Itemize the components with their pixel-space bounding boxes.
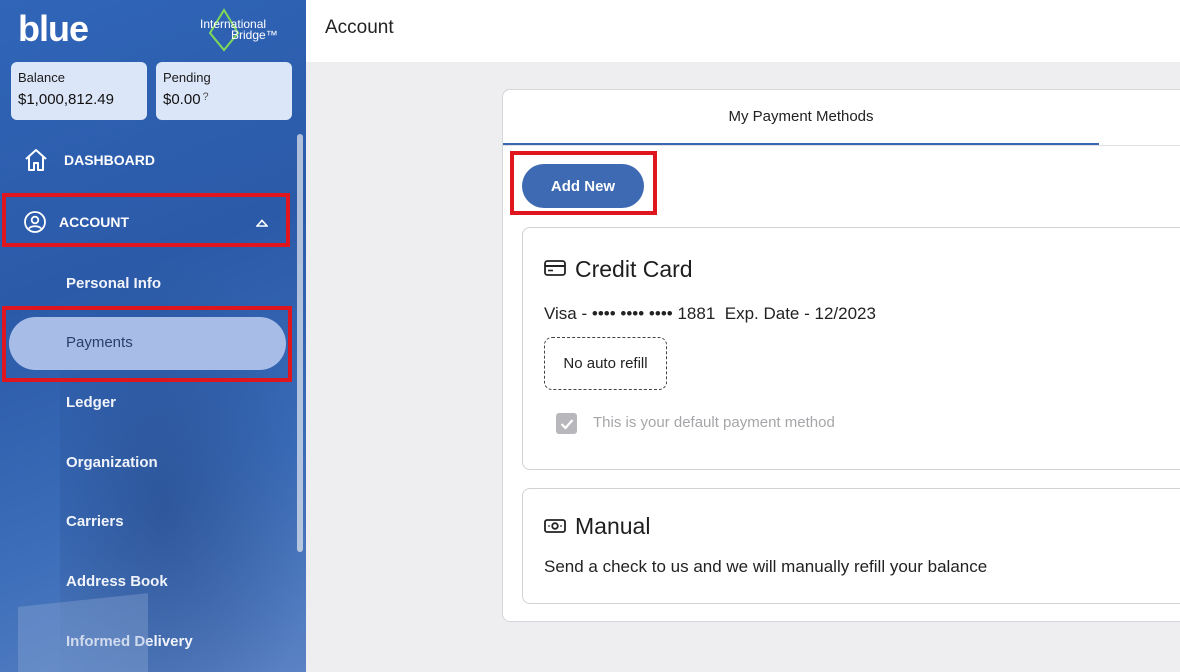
sidebar-item-carriers[interactable]: Carriers	[66, 513, 124, 530]
manual-heading: Manual	[544, 513, 650, 540]
sidebar: blue International Bridge™ Balance $1,00…	[0, 0, 306, 672]
balance-value: $1,000,812.49	[18, 91, 114, 108]
nav-item-dashboard[interactable]: DASHBOARD	[0, 135, 290, 185]
sidebar-item-personal-info[interactable]: Personal Info	[66, 275, 161, 292]
home-icon	[22, 146, 50, 174]
cash-icon	[544, 513, 575, 540]
sidebar-scrollbar[interactable]	[297, 134, 303, 552]
card-details: Visa - •••• •••• •••• 1881 Exp. Date - 1…	[544, 304, 876, 324]
manual-description: Send a check to us and we will manually …	[544, 557, 988, 576]
pending-label: Pending	[163, 70, 211, 85]
credit-card-method-card[interactable]: Credit Card Visa - •••• •••• •••• 1881 E…	[522, 227, 1180, 470]
default-payment-checkbox[interactable]	[556, 413, 577, 434]
card-expiry: Exp. Date - 12/2023	[724, 304, 876, 323]
checkmark-icon	[560, 418, 573, 430]
balance-label: Balance	[18, 70, 65, 85]
nav-account-label: ACCOUNT	[59, 214, 129, 230]
top-bar: Account	[306, 0, 1180, 62]
pending-value: $0.00	[163, 91, 201, 108]
tab-divider	[503, 145, 1180, 146]
card-number: Visa - •••• •••• •••• 1881	[544, 304, 716, 323]
international-bridge-logo: International Bridge™	[196, 6, 278, 52]
add-new-button[interactable]: Add New	[522, 164, 644, 208]
credit-card-title: Credit Card	[575, 256, 693, 282]
credit-card-icon	[544, 256, 575, 283]
chevron-up-icon[interactable]	[255, 214, 269, 230]
sidebar-item-organization[interactable]: Organization	[66, 454, 158, 471]
credit-card-heading: Credit Card	[544, 256, 693, 283]
auto-refill-badge[interactable]: No auto refill	[544, 337, 667, 390]
default-payment-label: This is your default payment method	[593, 414, 835, 431]
tab-my-payment-methods[interactable]: My Payment Methods	[503, 90, 1099, 145]
balance-card: Balance $1,000,812.49	[11, 62, 147, 120]
sidebar-item-address-book[interactable]: Address Book	[66, 573, 168, 590]
partner-name-line2: Bridge™	[231, 28, 278, 42]
nav-item-account[interactable]: ACCOUNT	[0, 197, 290, 247]
sidebar-item-informed-delivery[interactable]: Informed Delivery	[66, 633, 193, 650]
manual-title: Manual	[575, 513, 651, 539]
pending-card: Pending $0.00?	[156, 62, 292, 120]
page-title: Account	[325, 17, 394, 38]
nav-dashboard-label: DASHBOARD	[64, 152, 155, 168]
manual-method-card[interactable]: Manual Send a check to us and we will ma…	[522, 488, 1180, 604]
blue-logo: blue	[18, 8, 89, 49]
sidebar-item-ledger[interactable]: Ledger	[66, 394, 116, 411]
payment-methods-panel: My Payment Methods Add New Credit Card V…	[502, 89, 1180, 622]
active-item-highlight	[9, 317, 286, 370]
user-circle-icon	[21, 208, 49, 236]
pending-help-icon[interactable]: ?	[203, 91, 209, 103]
sidebar-item-payments[interactable]: Payments	[66, 334, 133, 351]
